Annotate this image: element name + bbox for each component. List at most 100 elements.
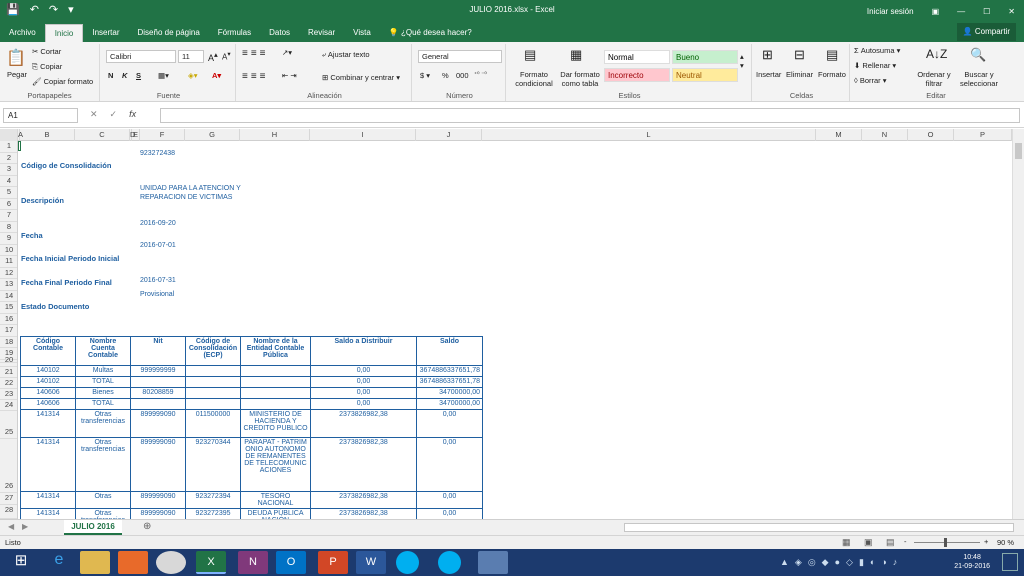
- close-icon[interactable]: ✕: [999, 7, 1024, 16]
- row-header[interactable]: 28: [0, 505, 17, 519]
- tell-me-box[interactable]: 💡 ¿Qué desea hacer?: [380, 24, 481, 42]
- minimize-icon[interactable]: —: [948, 7, 974, 16]
- table-cell[interactable]: 2373826982,38: [310, 437, 417, 492]
- table-cell[interactable]: Otras transferencias: [75, 508, 131, 519]
- table-cell[interactable]: [240, 387, 311, 399]
- ribbon-options-icon[interactable]: ▣: [923, 7, 949, 16]
- decimals-icon[interactable]: ⁺⁰ ⁻⁰: [474, 71, 487, 78]
- font-name-select[interactable]: Calibri: [106, 50, 176, 63]
- table-cell[interactable]: 0,00: [310, 376, 417, 388]
- column-header-g[interactable]: G: [185, 129, 240, 141]
- skype-business-icon[interactable]: [438, 551, 461, 574]
- row-header[interactable]: 15: [0, 302, 17, 314]
- styles-scroll-icon[interactable]: ▴ ▾: [740, 52, 744, 70]
- internet-explorer-icon[interactable]: e: [44, 551, 74, 574]
- normal-view-icon[interactable]: ▦: [842, 537, 851, 548]
- table-cell[interactable]: 2373826982,38: [310, 491, 417, 509]
- table-cell[interactable]: 140606: [20, 387, 76, 399]
- tab-revisar[interactable]: Revisar: [299, 24, 344, 42]
- row-header[interactable]: 9: [0, 233, 17, 245]
- new-sheet-icon[interactable]: ⊕: [143, 521, 151, 532]
- tab-formulas[interactable]: Fórmulas: [209, 24, 260, 42]
- table-cell[interactable]: 2373826982,38: [310, 409, 417, 438]
- align-top-icons[interactable]: ≡≡≡: [242, 48, 269, 59]
- bold-button[interactable]: N: [108, 71, 113, 80]
- row-header[interactable]: 20: [0, 336, 17, 367]
- table-cell[interactable]: TOTAL: [75, 376, 131, 388]
- table-cell[interactable]: DEUDA PÚBLICA NACIÓN: [240, 508, 311, 519]
- share-button[interactable]: 👤 Compartir: [956, 23, 1016, 41]
- font-size-select[interactable]: 11: [178, 50, 204, 63]
- font-color-icon[interactable]: A▾: [212, 71, 221, 80]
- tab-vista[interactable]: Vista: [344, 24, 380, 42]
- table-format-button[interactable]: Dar formato como tabla: [556, 70, 604, 88]
- table-cell[interactable]: [130, 376, 186, 388]
- row-header[interactable]: 1: [0, 141, 17, 153]
- thousands-button[interactable]: 000: [456, 71, 469, 80]
- copy-button[interactable]: ⎘ Copiar: [32, 62, 62, 72]
- outlook-icon[interactable]: O: [276, 551, 306, 574]
- row-header[interactable]: 5: [0, 187, 17, 199]
- column-header-f[interactable]: F: [140, 129, 185, 141]
- table-cell[interactable]: 3674886337651,78: [416, 376, 483, 388]
- table-cell[interactable]: Otras transferencias: [75, 437, 131, 492]
- network-app-icon[interactable]: [478, 551, 508, 574]
- row-header[interactable]: 25: [0, 411, 17, 439]
- column-header-j[interactable]: J: [416, 129, 482, 141]
- table-cell[interactable]: 0,00: [416, 437, 483, 492]
- column-header-p[interactable]: P: [954, 129, 1012, 141]
- sign-in-link[interactable]: Iniciar sesión: [858, 7, 923, 16]
- row-header[interactable]: 14: [0, 291, 17, 302]
- name-box[interactable]: A1: [3, 108, 78, 123]
- row-header[interactable]: 3: [0, 164, 17, 176]
- zoom-level[interactable]: 90 %: [997, 538, 1014, 547]
- excel-icon[interactable]: X: [196, 551, 226, 574]
- table-cell[interactable]: 0,00: [310, 387, 417, 399]
- table-cell[interactable]: 899999090: [130, 508, 186, 519]
- merge-center-button[interactable]: ⊞ Combinar y centrar ▾: [322, 73, 400, 82]
- file-explorer-icon[interactable]: [80, 551, 110, 574]
- format-cells-button[interactable]: Formato: [818, 70, 846, 79]
- borders-icon[interactable]: ▦▾: [158, 71, 169, 80]
- table-cell[interactable]: Multas: [75, 365, 131, 377]
- cut-button[interactable]: ✂ Cortar: [32, 47, 61, 56]
- number-format-select[interactable]: General: [418, 50, 502, 63]
- table-cell[interactable]: 3674886337651,78: [416, 365, 483, 377]
- tab-archivo[interactable]: Archivo: [0, 24, 45, 42]
- table-cell[interactable]: 140606: [20, 398, 76, 410]
- sort-filter-button[interactable]: Ordenar y filtrar: [914, 70, 954, 88]
- row-header[interactable]: 7: [0, 210, 17, 222]
- row-header[interactable]: 11: [0, 256, 17, 268]
- table-cell[interactable]: [185, 365, 241, 377]
- sheet-scroll-left-icon[interactable]: ◀: [8, 522, 14, 531]
- table-cell[interactable]: 34700000,00: [416, 387, 483, 399]
- row-header[interactable]: 21: [0, 367, 17, 378]
- percent-button[interactable]: %: [442, 71, 449, 80]
- table-cell[interactable]: Otras transferencias: [75, 409, 131, 438]
- row-header[interactable]: 12: [0, 268, 17, 279]
- vertical-scroll-thumb[interactable]: [1015, 143, 1022, 159]
- table-cell[interactable]: 140102: [20, 365, 76, 377]
- table-cell[interactable]: 0,00: [310, 365, 417, 377]
- word-icon[interactable]: W: [356, 551, 386, 574]
- insert-cells-button[interactable]: Insertar: [756, 70, 781, 79]
- zoom-in-button[interactable]: +: [984, 537, 988, 546]
- shrink-font-icon[interactable]: A▾: [222, 50, 231, 62]
- row-header[interactable]: 6: [0, 199, 17, 210]
- table-cell[interactable]: TESORO NACIONAL: [240, 491, 311, 509]
- active-cell-a1[interactable]: [18, 141, 21, 151]
- zoom-slider-thumb[interactable]: [944, 538, 947, 547]
- row-header[interactable]: 26: [0, 439, 17, 493]
- zoom-out-button[interactable]: -: [904, 537, 907, 546]
- wrap-text-button[interactable]: ⤶ Ajustar texto: [322, 50, 370, 60]
- sheet-scroll-right-icon[interactable]: ▶: [22, 522, 28, 531]
- table-cell[interactable]: 80208859: [130, 387, 186, 399]
- table-cell[interactable]: [240, 376, 311, 388]
- tab-insertar[interactable]: Insertar: [83, 24, 128, 42]
- column-header-h[interactable]: H: [240, 129, 310, 141]
- style-bueno[interactable]: Bueno: [672, 50, 738, 64]
- table-cell[interactable]: 899999090: [130, 409, 186, 438]
- media-player-icon[interactable]: [118, 551, 148, 574]
- currency-icon[interactable]: $ ▾: [420, 71, 430, 80]
- table-cell[interactable]: 2373826982,38: [310, 508, 417, 519]
